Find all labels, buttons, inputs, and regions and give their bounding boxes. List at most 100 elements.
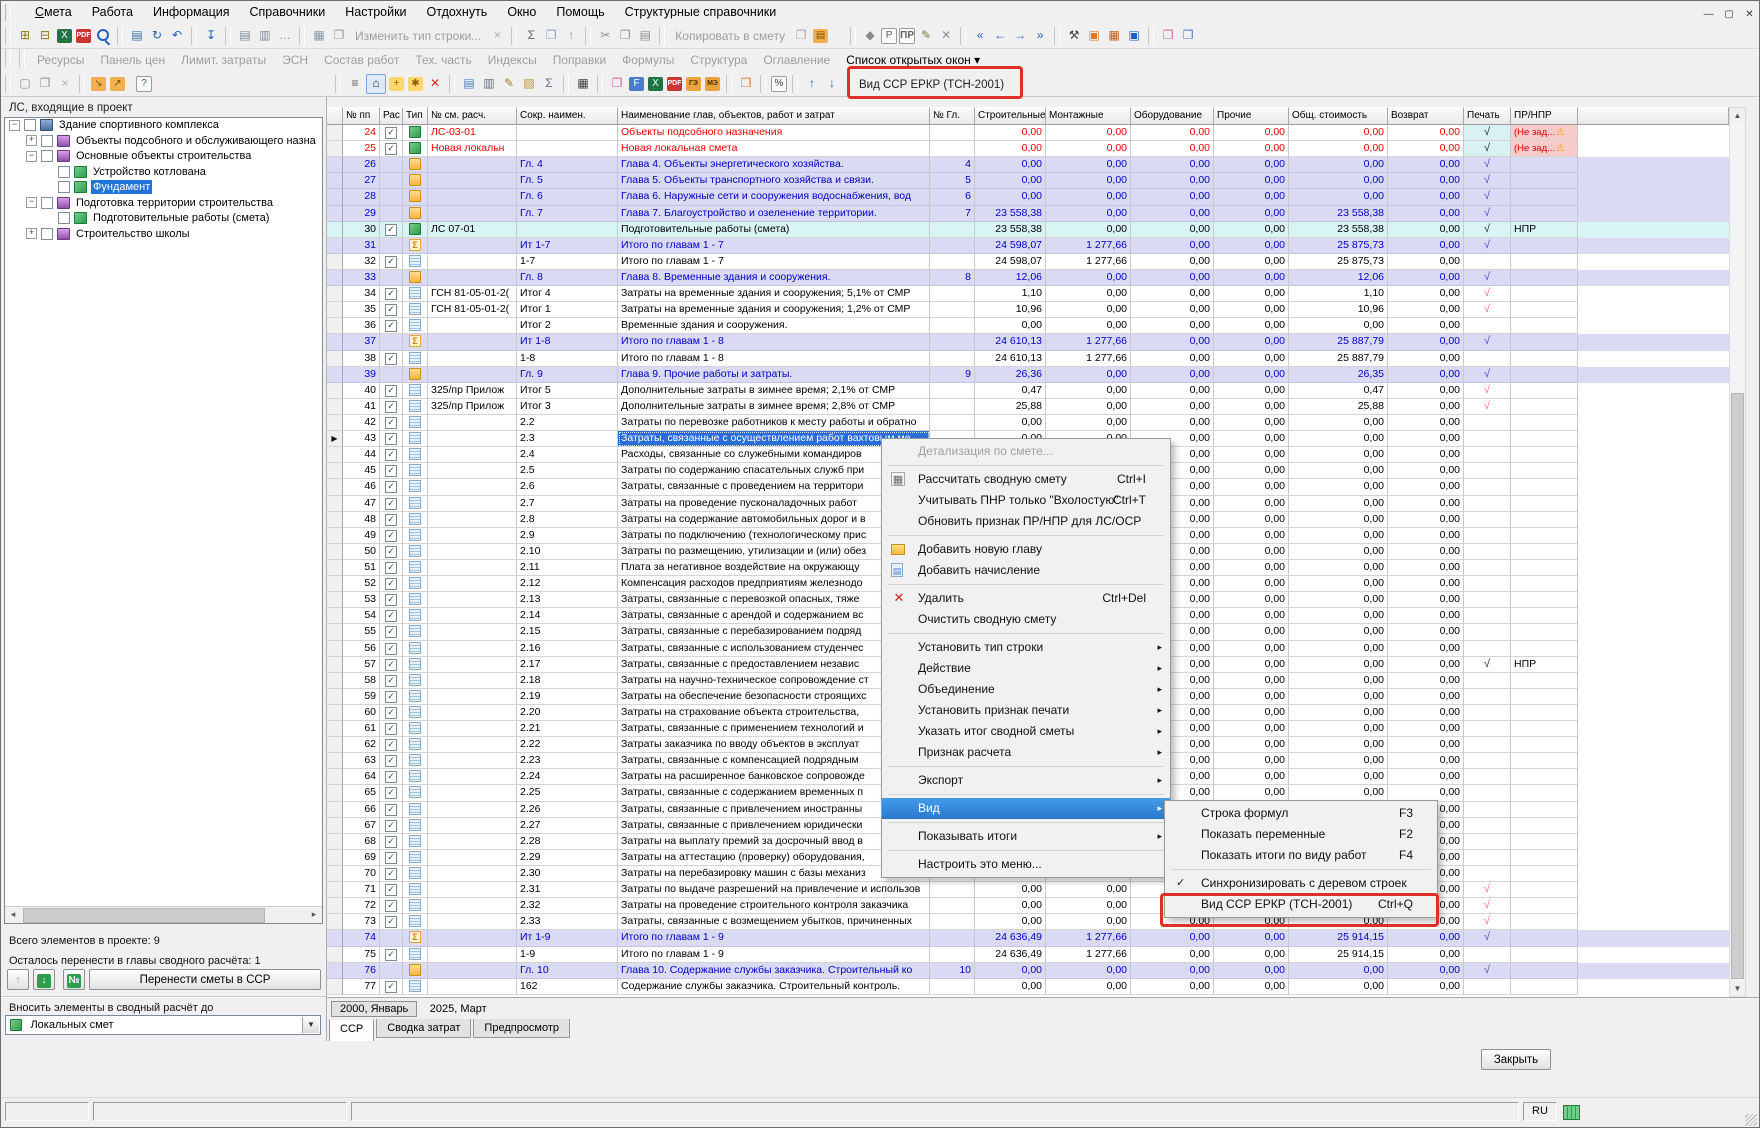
resource-p-icon[interactable]: P: [881, 28, 897, 44]
checkbox-checked-icon[interactable]: ✓: [385, 707, 397, 719]
collapse-icon[interactable]: −: [9, 120, 20, 131]
table-row[interactable]: 26Гл. 4Глава 4. Объекты энергетического …: [327, 157, 1729, 173]
expand-icon[interactable]: +: [26, 135, 37, 146]
checkbox-checked-icon[interactable]: ✓: [385, 224, 397, 236]
home-icon[interactable]: ⌂: [366, 74, 386, 94]
checkbox-checked-icon[interactable]: ✓: [385, 675, 397, 687]
minimize-icon[interactable]: —: [1701, 8, 1716, 23]
cell-check[interactable]: ✓: [380, 898, 403, 914]
cell-print[interactable]: √: [1464, 157, 1511, 173]
cell-print[interactable]: √: [1464, 238, 1511, 254]
insert-level-combobox[interactable]: Локальных смет ▼: [5, 1015, 321, 1035]
checkbox-checked-icon[interactable]: ✓: [385, 256, 397, 268]
outdent-icon[interactable]: ←: [991, 27, 1009, 45]
cell-print[interactable]: [1464, 592, 1511, 608]
tree-item[interactable]: −Основные объекты строительства: [5, 149, 322, 165]
checkbox-checked-icon[interactable]: ✓: [385, 546, 397, 558]
column-header-type[interactable]: Тип: [403, 107, 428, 125]
project-structure-add-icon[interactable]: ⊟: [36, 27, 54, 45]
cell-check[interactable]: ✓: [380, 383, 403, 399]
menu-item[interactable]: Отдохнуть: [417, 1, 498, 25]
works-hammer-icon[interactable]: ⚒: [1065, 27, 1083, 45]
menu-item[interactable]: Установить признак печати▸: [882, 700, 1170, 721]
cell-print[interactable]: √: [1464, 914, 1511, 930]
cell-print[interactable]: [1464, 624, 1511, 640]
cell-print[interactable]: [1464, 576, 1511, 592]
row-lock-icon[interactable]: ↧: [202, 27, 220, 45]
move-up-button[interactable]: ↑: [7, 969, 29, 990]
menu-item[interactable]: Действие▸: [882, 658, 1170, 679]
cell-check[interactable]: ✓: [380, 753, 403, 769]
levels-icon[interactable]: ≡: [346, 75, 364, 93]
table-row[interactable]: 30✓ЛС 07-01Подготовительные работы (смет…: [327, 222, 1729, 238]
cell-check[interactable]: ✓: [380, 576, 403, 592]
cell-check[interactable]: ✓: [380, 254, 403, 270]
cell-print[interactable]: [1464, 608, 1511, 624]
checkbox-checked-icon[interactable]: ✓: [385, 949, 397, 961]
cell-check[interactable]: [380, 930, 403, 946]
table-row[interactable]: 77✓162Содержание службы заказчика. Строи…: [327, 979, 1729, 995]
add-folder-icon[interactable]: ✱: [408, 77, 423, 91]
pdf-export-icon[interactable]: PDF: [76, 29, 91, 43]
checkbox-checked-icon[interactable]: ✓: [385, 127, 397, 139]
delete-icon[interactable]: ✕: [426, 75, 444, 93]
collapse-icon[interactable]: −: [26, 197, 37, 208]
cell-check[interactable]: ✓: [380, 785, 403, 801]
panel-button[interactable]: Поправки: [545, 49, 614, 67]
checkbox-checked-icon[interactable]: ✓: [385, 514, 397, 526]
help-icon[interactable]: ?: [136, 76, 152, 92]
materials-truck-icon[interactable]: ▣: [1085, 27, 1103, 45]
checkbox-checked-icon[interactable]: ✓: [385, 610, 397, 622]
table-row[interactable]: 76Гл. 10Глава 10. Содержание службы зака…: [327, 963, 1729, 979]
cell-check[interactable]: ✓: [380, 769, 403, 785]
cell-check[interactable]: ✓: [380, 512, 403, 528]
cell-print[interactable]: √: [1464, 930, 1511, 946]
checkbox-checked-icon[interactable]: ✓: [385, 787, 397, 799]
cell-check[interactable]: ✓: [380, 721, 403, 737]
checkbox-checked-icon[interactable]: ✓: [385, 562, 397, 574]
checkbox-checked-icon[interactable]: ✓: [385, 465, 397, 477]
menu-item[interactable]: ✓Синхронизировать с деревом строек: [1165, 873, 1437, 894]
tree-checkbox[interactable]: [41, 197, 53, 209]
period-to[interactable]: 2025, Март: [422, 1002, 495, 1016]
load-from-base-icon[interactable]: ↘: [91, 77, 106, 91]
close-icon[interactable]: ✕: [1742, 8, 1757, 23]
save-to-base-icon[interactable]: ↗: [110, 77, 125, 91]
cell-print[interactable]: √: [1464, 302, 1511, 318]
menu-item[interactable]: ▦Рассчитать сводную сметуCtrl+I: [882, 469, 1170, 490]
menu-item[interactable]: Объединение▸: [882, 679, 1170, 700]
cell-check[interactable]: ✓: [380, 802, 403, 818]
cell-print[interactable]: √: [1464, 189, 1511, 205]
checkbox-checked-icon[interactable]: ✓: [385, 498, 397, 510]
edit-view-icon[interactable]: ✎: [500, 75, 518, 93]
cell-print[interactable]: [1464, 737, 1511, 753]
collapse-icon[interactable]: −: [26, 151, 37, 162]
menu-item[interactable]: Вид▸: [882, 798, 1170, 819]
table-row[interactable]: 72✓2.32Затраты на проведение строительно…: [327, 898, 1729, 914]
checkbox-checked-icon[interactable]: ✓: [385, 804, 397, 816]
tree-item[interactable]: −Подготовка территории строительства: [5, 196, 322, 212]
cell-check[interactable]: ✓: [380, 544, 403, 560]
paste-icon[interactable]: ▤: [636, 27, 654, 45]
change-row-type-label[interactable]: Изменить тип строки...: [355, 29, 481, 43]
cell-print[interactable]: [1464, 544, 1511, 560]
language-indicator[interactable]: RU: [1523, 1102, 1557, 1121]
cell-check[interactable]: ✓: [380, 850, 403, 866]
percent-icon[interactable]: %: [771, 76, 787, 92]
tree-item[interactable]: Фундамент: [5, 180, 322, 196]
cell-print[interactable]: [1464, 947, 1511, 963]
cell-print[interactable]: [1464, 705, 1511, 721]
cell-check[interactable]: ✓: [380, 141, 403, 157]
table-row[interactable]: 33Гл. 8Глава 8. Временные здания и соору…: [327, 270, 1729, 286]
checkbox-checked-icon[interactable]: ✓: [385, 594, 397, 606]
panel-button[interactable]: Состав работ: [316, 49, 407, 67]
checkbox-checked-icon[interactable]: ✓: [385, 578, 397, 590]
checkbox-checked-icon[interactable]: ✓: [385, 691, 397, 703]
cell-print[interactable]: √: [1464, 963, 1511, 979]
menu-item[interactable]: Строка формулF3: [1165, 803, 1437, 824]
menu-item[interactable]: Очистить сводную смету: [882, 609, 1170, 630]
menu-item[interactable]: Настроить это меню...: [882, 854, 1170, 875]
cell-check[interactable]: ✓: [380, 947, 403, 963]
cell-check[interactable]: ✓: [380, 834, 403, 850]
cell-check[interactable]: [380, 963, 403, 979]
